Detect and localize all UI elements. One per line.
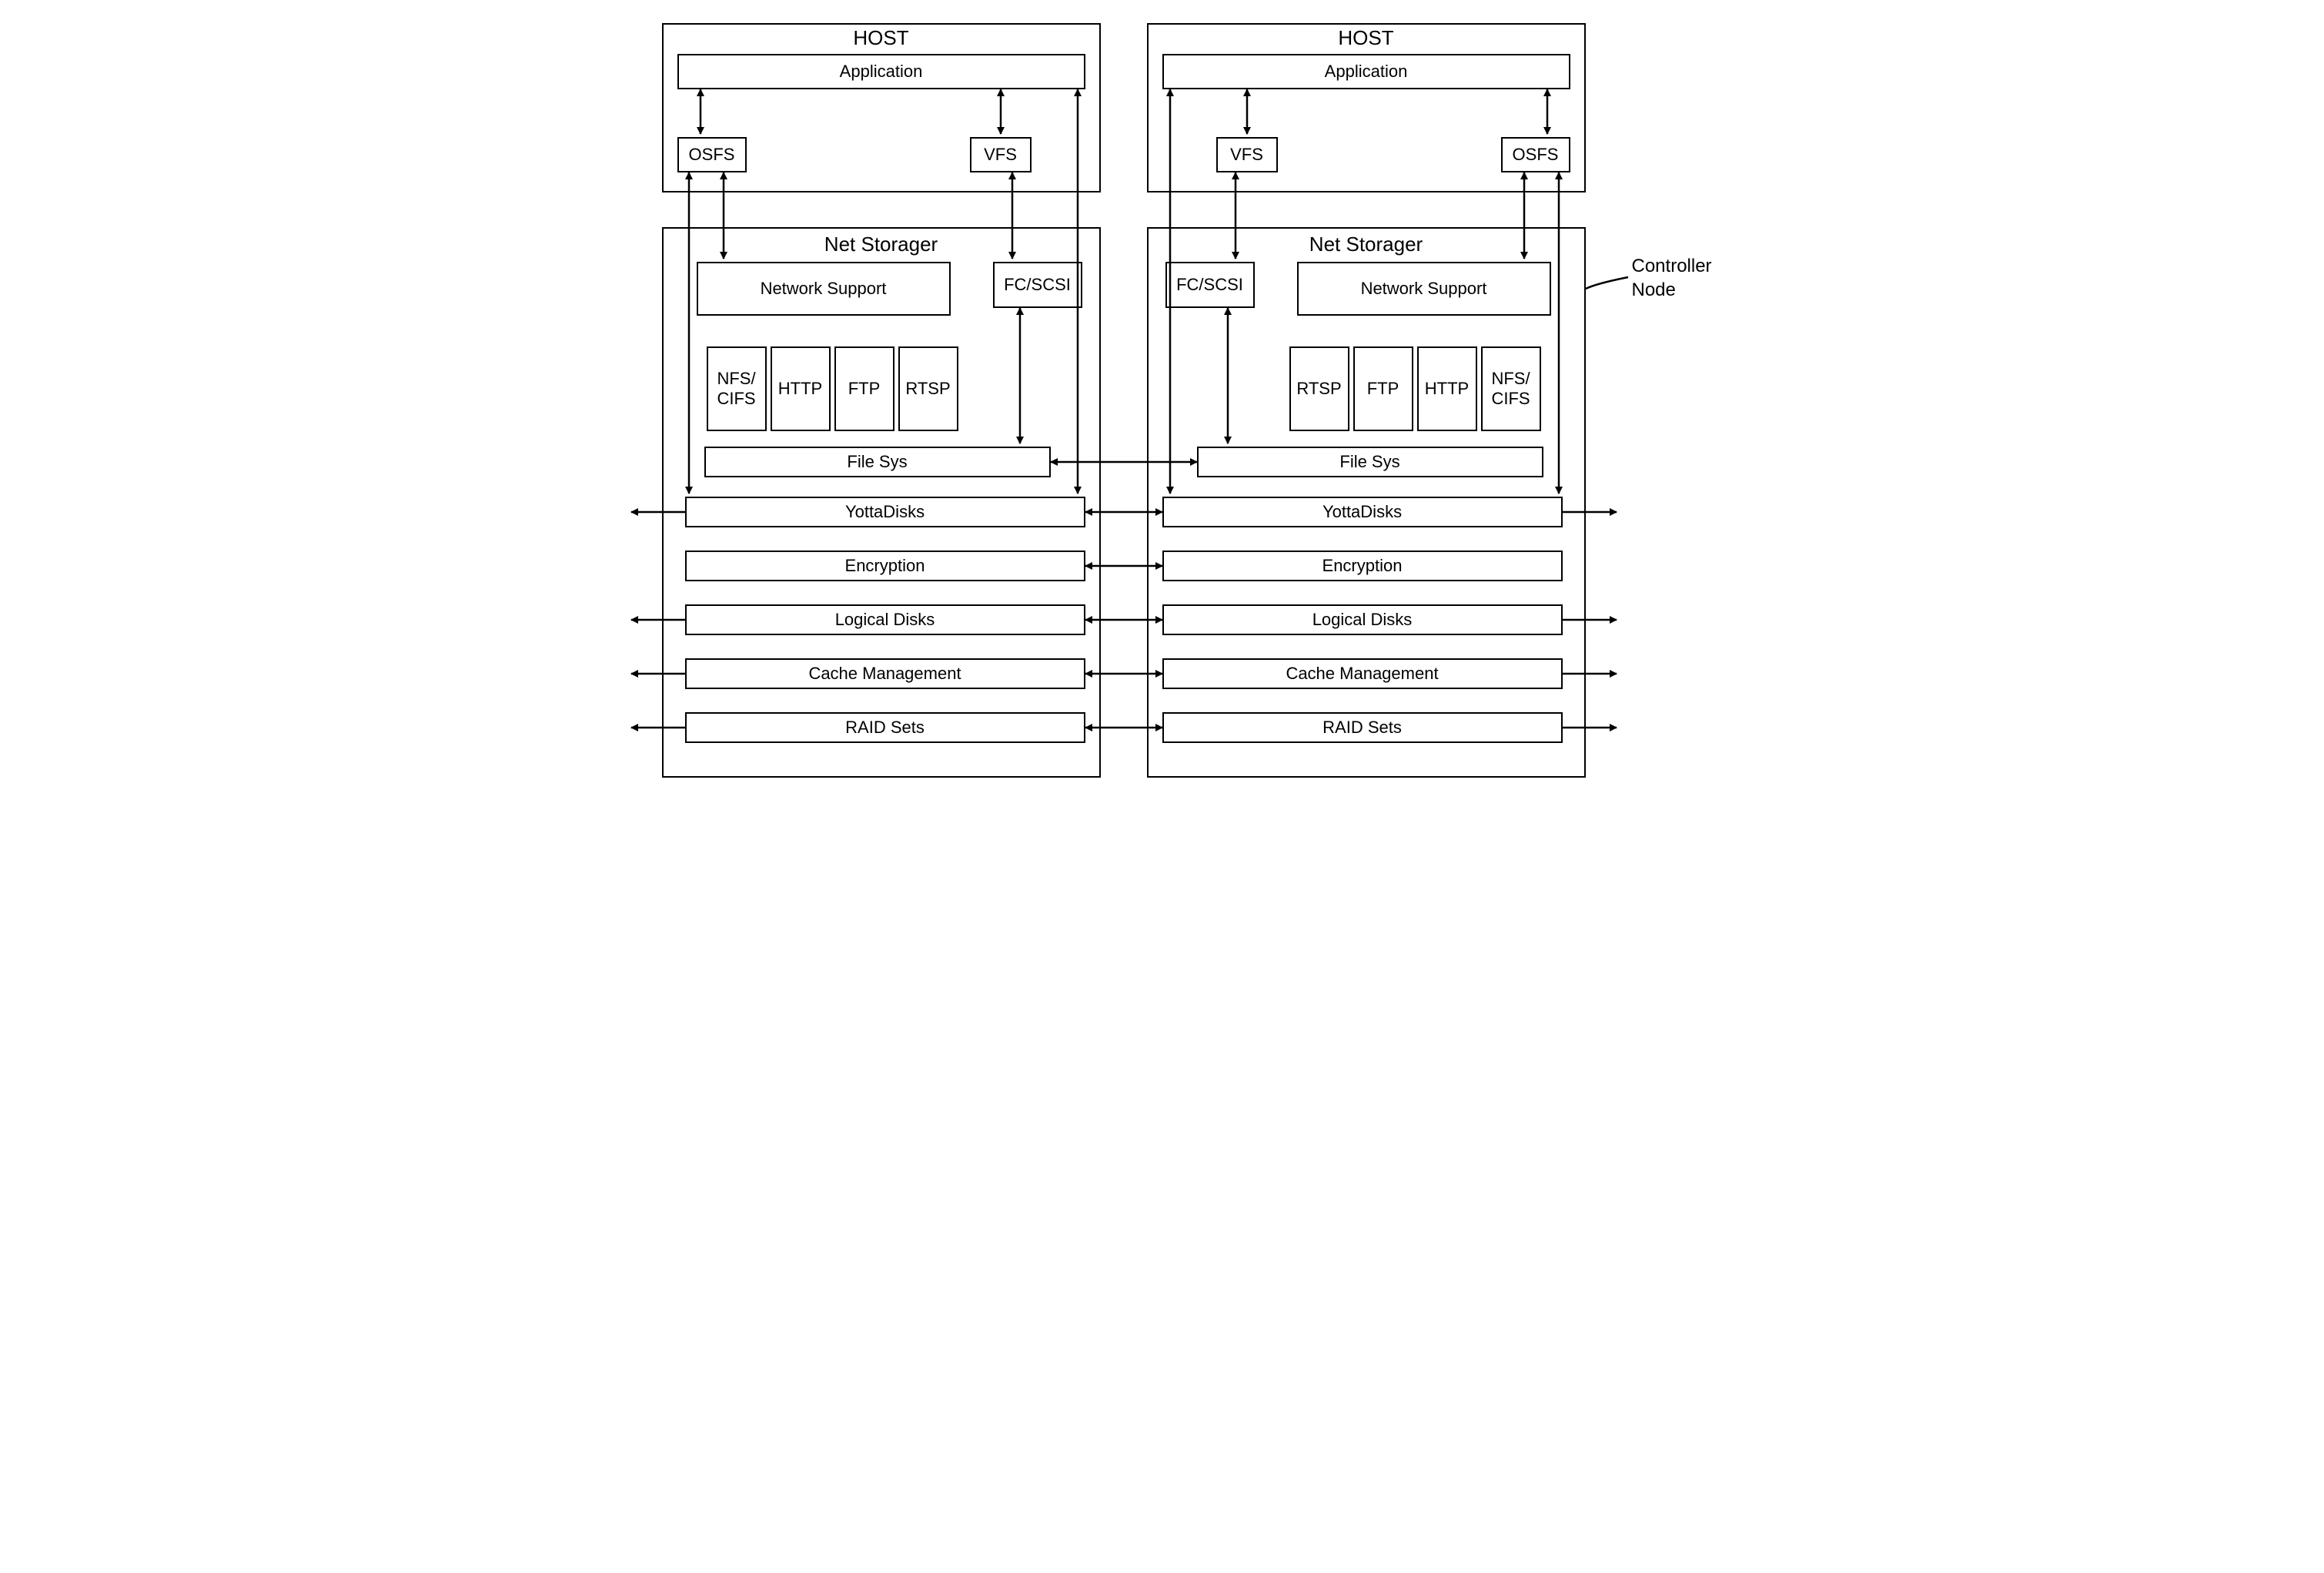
proto-left-3: RTSP	[898, 346, 958, 431]
proto-left-2-label: FTP	[848, 379, 881, 399]
vfs-right: VFS	[1216, 137, 1278, 172]
proto-left-1-label: HTTP	[778, 379, 822, 399]
vfs-right-label: VFS	[1230, 145, 1263, 165]
proto-right-2: HTTP	[1417, 346, 1477, 431]
host-left-title: HOST	[662, 26, 1101, 50]
filesys-right-label: File Sys	[1339, 452, 1399, 472]
layer-left-0: YottaDisks	[685, 497, 1085, 527]
layer-right-4: RAID Sets	[1162, 712, 1563, 743]
fc-scsi-right: FC/SCSI	[1165, 262, 1255, 308]
network-support-left: Network Support	[697, 262, 951, 316]
layer-right-4-label: RAID Sets	[1323, 718, 1402, 738]
fc-scsi-left-label: FC/SCSI	[1004, 275, 1071, 295]
osfs-left: OSFS	[677, 137, 747, 172]
layer-right-3: Cache Management	[1162, 658, 1563, 689]
osfs-right-label: OSFS	[1513, 145, 1559, 165]
application-left: Application	[677, 54, 1085, 89]
layer-right-0-label: YottaDisks	[1323, 502, 1402, 522]
application-left-label: Application	[840, 62, 923, 82]
layer-right-1: Encryption	[1162, 551, 1563, 581]
layer-left-1-label: Encryption	[845, 556, 925, 576]
application-right: Application	[1162, 54, 1570, 89]
proto-left-3-label: RTSP	[905, 379, 950, 399]
filesys-left-label: File Sys	[847, 452, 907, 472]
network-support-left-label: Network Support	[761, 279, 887, 299]
layer-right-1-label: Encryption	[1323, 556, 1403, 576]
layer-left-3-label: Cache Management	[808, 664, 961, 684]
filesys-left: File Sys	[704, 447, 1051, 477]
fc-scsi-right-label: FC/SCSI	[1176, 275, 1243, 295]
layer-right-0: YottaDisks	[1162, 497, 1563, 527]
network-support-right-label: Network Support	[1361, 279, 1487, 299]
proto-right-2-label: HTTP	[1425, 379, 1469, 399]
layer-left-4: RAID Sets	[685, 712, 1085, 743]
storager-left-title: Net Storager	[662, 233, 1101, 256]
layer-left-1: Encryption	[685, 551, 1085, 581]
proto-right-0-label: RTSP	[1296, 379, 1341, 399]
vfs-left: VFS	[970, 137, 1032, 172]
host-right-title: HOST	[1147, 26, 1586, 50]
proto-right-1: FTP	[1353, 346, 1413, 431]
fc-scsi-left: FC/SCSI	[993, 262, 1082, 308]
proto-left-2: FTP	[834, 346, 894, 431]
layer-left-0-label: YottaDisks	[845, 502, 925, 522]
proto-right-3: NFS/ CIFS	[1481, 346, 1541, 431]
vfs-left-label: VFS	[984, 145, 1017, 165]
layer-left-2-label: Logical Disks	[835, 610, 935, 630]
osfs-right: OSFS	[1501, 137, 1570, 172]
layer-left-3: Cache Management	[685, 658, 1085, 689]
network-support-right: Network Support	[1297, 262, 1551, 316]
proto-right-0: RTSP	[1289, 346, 1349, 431]
layer-left-4-label: RAID Sets	[845, 718, 925, 738]
proto-left-0-label: NFS/ CIFS	[717, 369, 755, 409]
proto-left-0: NFS/ CIFS	[707, 346, 767, 431]
layer-right-3-label: Cache Management	[1286, 664, 1438, 684]
layer-right-2: Logical Disks	[1162, 604, 1563, 635]
application-right-label: Application	[1325, 62, 1408, 82]
architecture-diagram: HOST Application OSFS VFS HOST Applicati…	[585, 15, 1740, 801]
layer-right-2-label: Logical Disks	[1312, 610, 1413, 630]
filesys-right: File Sys	[1197, 447, 1543, 477]
proto-right-3-label: NFS/ CIFS	[1491, 369, 1530, 409]
controller-node-label: Controller Node	[1632, 254, 1740, 302]
storager-right-title: Net Storager	[1147, 233, 1586, 256]
osfs-left-label: OSFS	[689, 145, 735, 165]
layer-left-2: Logical Disks	[685, 604, 1085, 635]
proto-left-1: HTTP	[771, 346, 831, 431]
proto-right-1-label: FTP	[1367, 379, 1399, 399]
